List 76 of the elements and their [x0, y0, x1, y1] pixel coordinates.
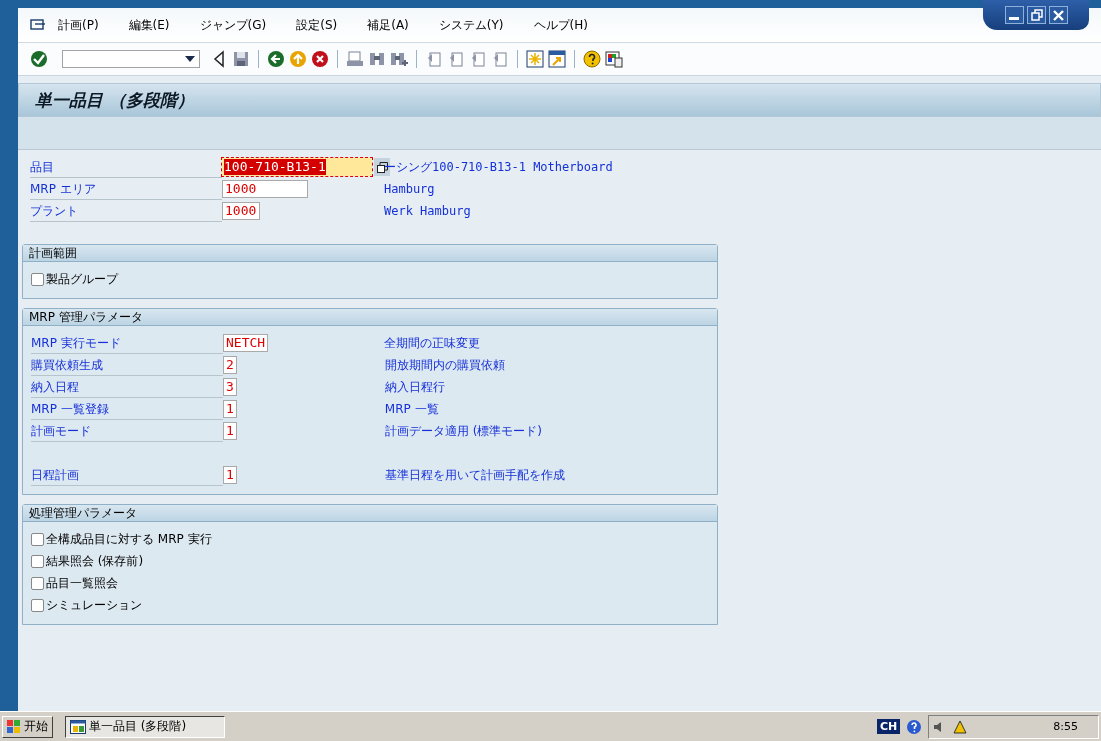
input-field[interactable]: 1: [223, 466, 237, 484]
group-title: MRP 管理パラメータ: [23, 309, 717, 326]
field-description: 基準日程を用いて計画手配を作成: [384, 466, 565, 484]
checkbox[interactable]: [31, 598, 44, 612]
restore-icon: [1028, 7, 1044, 23]
field-label: MRP エリア: [30, 178, 222, 200]
input-field[interactable]: 1: [223, 422, 237, 440]
checkbox[interactable]: [31, 554, 44, 568]
menu-item[interactable]: システム(Y): [438, 16, 504, 34]
menu-item[interactable]: 計画(P): [58, 16, 99, 34]
field-description: 計画データ適用 (標準モード): [384, 422, 542, 440]
menu-item[interactable]: ジャンプ(G): [199, 16, 267, 34]
save-icon[interactable]: [232, 50, 250, 68]
checkbox-label: 結果照会 (保存前): [46, 552, 144, 570]
group-title: 処理管理パラメータ: [23, 505, 717, 522]
menu-item[interactable]: 設定(S): [296, 16, 338, 34]
cancel-icon[interactable]: [311, 50, 329, 68]
field-label: 日程計画: [31, 464, 223, 486]
check-icon[interactable]: [30, 50, 48, 68]
field-description: 納入日程行: [384, 378, 445, 396]
back-icon[interactable]: [267, 50, 285, 68]
field-label: 計画モード: [31, 420, 223, 442]
caret-icon: [185, 56, 195, 62]
field-label: プラント: [30, 200, 222, 222]
windows-logo-icon: [7, 719, 21, 734]
find-icon[interactable]: [368, 50, 386, 68]
field-description: 開放期間内の購買依頼: [384, 356, 505, 374]
command-field[interactable]: [62, 50, 200, 68]
checkbox[interactable]: [31, 576, 44, 590]
field-label: MRP 一覧登録: [31, 398, 223, 420]
print-icon[interactable]: [346, 50, 364, 68]
start-button[interactable]: 开始: [2, 715, 53, 738]
new-session-icon[interactable]: [526, 50, 544, 68]
help-icon[interactable]: [583, 50, 601, 68]
group-title: 計画範囲: [23, 245, 717, 262]
input-field[interactable]: 3: [223, 378, 237, 396]
shortcut-icon[interactable]: [548, 50, 566, 68]
copy-icon: [376, 161, 388, 173]
menu-item[interactable]: 補足(A): [367, 16, 409, 34]
taskbar-button[interactable]: 単一品目 (多段階): [65, 715, 225, 738]
restore-button[interactable]: [1026, 6, 1046, 24]
input-field[interactable]: 2: [223, 356, 237, 374]
input-field[interactable]: 1000: [222, 180, 308, 198]
menu-icon[interactable]: [30, 18, 46, 32]
value-help-button[interactable]: [374, 158, 390, 176]
field-description: ーシング100-710-B13-1 Motherboard: [384, 158, 613, 176]
checkbox-label: 全構成品目に対する MRP 実行: [46, 530, 212, 548]
input-field[interactable]: 1000: [222, 202, 260, 220]
screen-title: 単一品目 （多段階）: [18, 83, 1101, 117]
input-field[interactable]: 1: [223, 400, 237, 418]
layout-icon[interactable]: [605, 50, 623, 68]
find-next-icon[interactable]: [390, 50, 408, 68]
checkbox[interactable]: [31, 272, 44, 286]
field-description: Werk Hamburg: [384, 204, 471, 218]
close-icon: [1050, 7, 1066, 23]
input-field[interactable]: 100-710-B13-1: [222, 158, 372, 176]
minimize-button[interactable]: [1004, 6, 1024, 24]
checkbox[interactable]: [31, 532, 44, 546]
menu-item[interactable]: 編集(E): [128, 16, 170, 34]
clock: 8:55: [1053, 720, 1078, 733]
checkbox-label: シミュレーション: [46, 596, 142, 614]
input-field[interactable]: NETCH: [223, 334, 269, 352]
close-button[interactable]: [1048, 6, 1068, 24]
field-description: MRP 一覧: [384, 400, 439, 418]
window-icon: [70, 719, 86, 734]
warning-icon[interactable]: [953, 719, 968, 734]
field-label: 納入日程: [31, 376, 223, 398]
checkbox-label: 製品グループ: [46, 270, 118, 288]
language-indicator[interactable]: CH: [877, 719, 901, 734]
minimize-icon: [1009, 17, 1019, 20]
checkbox-label: 品目一覧照会: [46, 574, 118, 592]
field-label: MRP 実行モード: [31, 332, 223, 354]
field-label: 購買依頼生成: [31, 354, 223, 376]
menu-item[interactable]: ヘルプ(H): [533, 16, 588, 34]
field-description: Hamburg: [384, 182, 435, 196]
field-description: 全期間の正味変更: [384, 334, 481, 352]
